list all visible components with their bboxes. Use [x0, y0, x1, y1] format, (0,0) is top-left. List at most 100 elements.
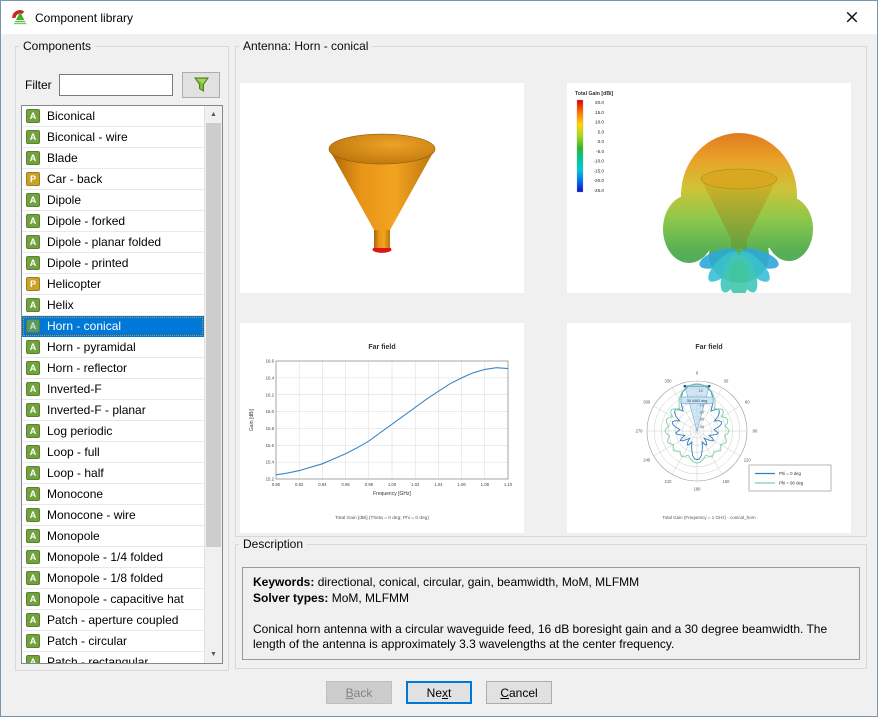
list-item-label: Inverted-F - planar — [47, 403, 146, 417]
back-button[interactable]: Back — [326, 681, 392, 704]
list-item[interactable]: ABiconical — [22, 106, 204, 127]
list-item-label: Dipole - printed — [47, 256, 128, 270]
svg-text:16.6: 16.6 — [266, 359, 275, 364]
list-item[interactable]: ALoop - half — [22, 463, 204, 484]
list-item[interactable]: ALog periodic — [22, 421, 204, 442]
svg-text:-10: -10 — [699, 403, 705, 407]
svg-text:16.4: 16.4 — [266, 375, 275, 380]
list-item[interactable]: A Monopole - capacitive hat — [22, 589, 204, 610]
svg-text:15.4: 15.4 — [266, 460, 275, 465]
preview-geometry — [240, 83, 524, 293]
list-item[interactable]: AMonocone - wire — [22, 505, 204, 526]
filter-button[interactable] — [182, 72, 220, 98]
list-item[interactable]: ADipole — [22, 190, 204, 211]
svg-text:270: 270 — [636, 429, 644, 434]
list-item[interactable]: A Loop - full — [22, 442, 204, 463]
platform-icon: P — [26, 172, 40, 186]
svg-text:240: 240 — [643, 458, 651, 463]
list-item[interactable]: AHorn - pyramidal — [22, 337, 204, 358]
svg-text:Total Gain [dBi]: Total Gain [dBi] — [575, 91, 614, 97]
filter-input[interactable] — [59, 74, 173, 96]
list-item[interactable]: APatch - aperture coupled — [22, 610, 204, 631]
antenna-icon: A — [26, 319, 40, 333]
antenna-icon: A — [26, 529, 40, 543]
svg-text:20.0: 20.0 — [595, 100, 604, 105]
list-item[interactable]: A Inverted-F - planar — [22, 400, 204, 421]
list-item[interactable]: ADipole - planar folded — [22, 232, 204, 253]
list-item[interactable]: P Helicopter — [22, 274, 204, 295]
close-icon[interactable]: × — [837, 4, 867, 30]
antenna-icon: A — [26, 445, 40, 459]
list-item[interactable]: AMonopole - 1/4 folded — [22, 547, 204, 568]
list-scrollbar[interactable]: ▲ ▼ — [204, 106, 222, 663]
keywords-label: Keywords: — [253, 575, 314, 589]
antenna-icon: A — [26, 613, 40, 627]
window-title: Component library — [35, 11, 133, 25]
svg-text:0.92: 0.92 — [295, 482, 304, 487]
list-item-label: Monopole - capacitive hat — [47, 592, 184, 606]
list-item[interactable]: ADipole - forked — [22, 211, 204, 232]
list-item[interactable]: AMonopole - 1/8 folded — [22, 568, 204, 589]
svg-text:60: 60 — [745, 400, 750, 405]
description-box: Keywords: directional, conical, circular… — [242, 567, 860, 660]
list-item[interactable]: AInverted-F — [22, 379, 204, 400]
svg-text:Total Gain [dBi] (Theta = 0 de: Total Gain [dBi] (Theta = 0 deg; Phi = 0… — [335, 515, 429, 521]
list-item[interactable]: AHorn - reflector — [22, 358, 204, 379]
antenna-icon: A — [26, 235, 40, 249]
list-item-label: Loop - half — [47, 466, 104, 480]
svg-text:16.2: 16.2 — [266, 392, 275, 397]
list-item[interactable]: AHelix — [22, 295, 204, 316]
antenna-icon: A — [26, 508, 40, 522]
list-item[interactable]: AMonocone — [22, 484, 204, 505]
list-item[interactable]: ABiconical - wire — [22, 127, 204, 148]
keywords-line: Keywords: directional, conical, circular… — [253, 575, 849, 591]
svg-text:1.02: 1.02 — [411, 482, 420, 487]
list-item-label: Helicopter — [47, 277, 101, 291]
svg-text:-20.0: -20.0 — [594, 178, 605, 183]
components-group: Components Filter ABiconicalABiconical -… — [15, 39, 229, 671]
svg-text:15.0: 15.0 — [595, 110, 604, 115]
antenna-icon: A — [26, 361, 40, 375]
scrollbar-thumb[interactable] — [206, 123, 221, 547]
preview-group-title: Antenna: Horn - conical — [239, 39, 372, 53]
description-group-title: Description — [239, 537, 307, 551]
next-button[interactable]: Next — [406, 681, 472, 704]
svg-text:1.06: 1.06 — [457, 482, 466, 487]
svg-text:120: 120 — [744, 458, 752, 463]
scroll-down-icon[interactable]: ▼ — [205, 646, 222, 663]
svg-text:0.94: 0.94 — [318, 482, 327, 487]
list-item-label: Monopole - 1/8 folded — [47, 571, 163, 585]
svg-text:0: 0 — [696, 371, 699, 376]
list-item[interactable]: ADipole - printed — [22, 253, 204, 274]
list-item[interactable]: APatch - rectangular — [22, 652, 204, 663]
list-item-label: Log periodic — [47, 424, 112, 438]
app-icon — [11, 9, 28, 26]
platform-icon: P — [26, 277, 40, 291]
svg-text:Frequency [GHz]: Frequency [GHz] — [373, 491, 411, 497]
list-item[interactable]: APatch - circular — [22, 631, 204, 652]
antenna-icon: A — [26, 634, 40, 648]
list-item[interactable]: ABlade — [22, 148, 204, 169]
funnel-icon — [193, 76, 210, 93]
gain-3d-svg: Total Gain [dBi]20.015.010.05.00.0-5.0-1… — [567, 83, 851, 293]
scroll-up-icon[interactable]: ▲ — [205, 106, 222, 123]
list-item[interactable]: AHorn - conical — [22, 316, 204, 337]
svg-text:Phi = 90 deg: Phi = 90 deg — [779, 481, 804, 486]
list-item[interactable]: PCar - back — [22, 169, 204, 190]
svg-text:-40: -40 — [699, 425, 705, 429]
list-item-label: Horn - pyramidal — [47, 340, 136, 354]
preview-polar-chart: Far field0306090120150180210240270300330… — [567, 323, 851, 533]
antenna-icon: A — [26, 403, 40, 417]
antenna-icon: A — [26, 151, 40, 165]
cancel-button[interactable]: Cancel — [486, 681, 552, 704]
polar-svg: Far field0306090120150180210240270300330… — [567, 323, 851, 533]
antenna-icon: A — [26, 487, 40, 501]
svg-text:180: 180 — [694, 487, 702, 492]
svg-text:10.0: 10.0 — [595, 120, 604, 125]
list-item[interactable]: AMonopole — [22, 526, 204, 547]
antenna-icon: A — [26, 592, 40, 606]
keywords-value: directional, conical, circular, gain, be… — [314, 575, 639, 589]
svg-text:Total Gain (Frequency = 1 GHz): Total Gain (Frequency = 1 GHz) - conical… — [662, 515, 756, 520]
list-item-label: Loop - full — [47, 445, 100, 459]
svg-text:10: 10 — [699, 389, 703, 393]
